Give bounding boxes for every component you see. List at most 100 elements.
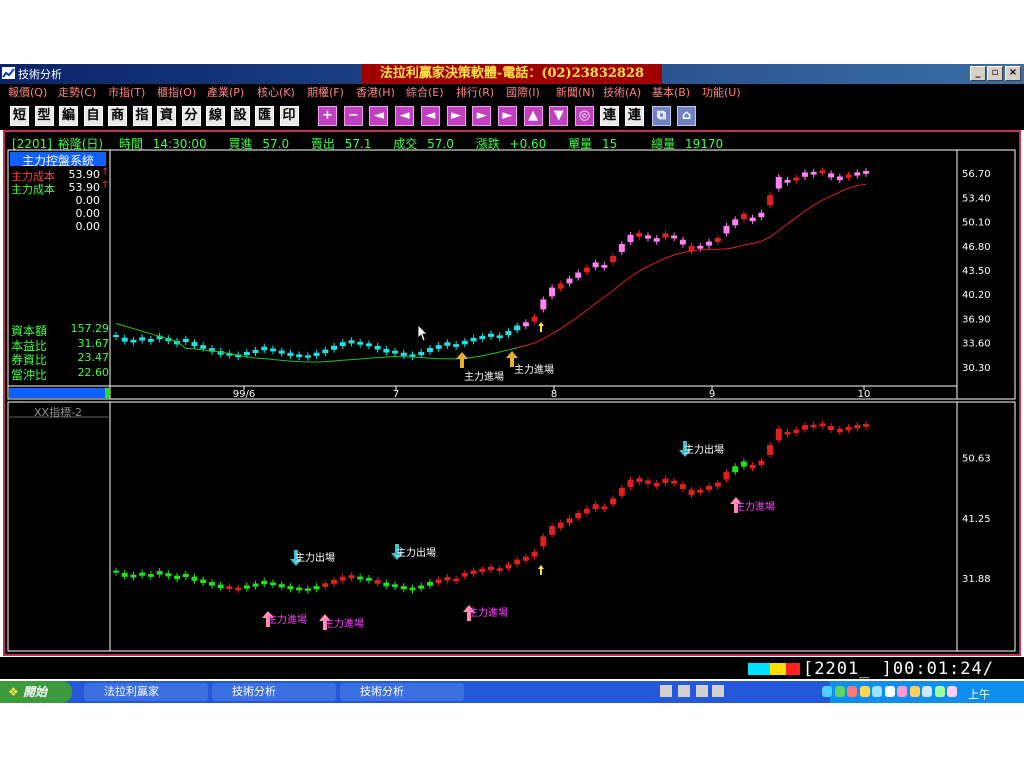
lower-candle-7 <box>174 575 181 580</box>
upper-candle-31 <box>383 348 390 353</box>
upper-candle-84 <box>845 174 852 178</box>
lower-candle-25 <box>331 579 338 584</box>
tray-icon-2[interactable] <box>847 686 857 697</box>
lower-candle-43 <box>488 566 494 570</box>
upper-candle-8 <box>182 338 189 342</box>
start-button[interactable]: ❖ 開始 <box>0 681 72 703</box>
lower-candle-66 <box>688 489 695 496</box>
lower-candle-71 <box>732 466 739 473</box>
lower-candle-69 <box>714 482 721 487</box>
status-ticker: [2201_ ]00:01:24/ <box>803 659 994 679</box>
upper-candle-2 <box>130 339 137 343</box>
lower-exit-2-label: 主力出場 <box>396 546 436 559</box>
upper-candle-27 <box>348 340 355 344</box>
lower-candle-29 <box>365 577 372 581</box>
upper-candle-54 <box>583 267 590 273</box>
upper-candle-67 <box>697 245 704 249</box>
lower-candle-24 <box>322 583 329 587</box>
ma-line-red <box>517 183 867 349</box>
upper-candle-83 <box>836 176 843 181</box>
upper-candle-24 <box>322 349 329 354</box>
lower-candle-8 <box>182 573 189 578</box>
upper-candle-15 <box>243 352 250 356</box>
upper-candle-70 <box>723 225 730 234</box>
lower-candle-86 <box>863 424 869 427</box>
lower-panel-title: XX指標-2 <box>34 406 83 419</box>
lower-candle-0 <box>113 570 119 573</box>
tray-icon-10[interactable] <box>947 686 957 697</box>
tray-icon-9[interactable] <box>934 686 945 697</box>
lower-candle-12 <box>217 584 224 589</box>
lower-candle-78 <box>793 429 800 433</box>
lower-candle-26 <box>339 576 346 581</box>
pen-icon[interactable] <box>678 685 690 697</box>
help-icon[interactable] <box>696 685 708 697</box>
upper-candle-68 <box>706 241 713 246</box>
lower-candle-46 <box>514 559 521 565</box>
status-color-cyan <box>748 663 770 675</box>
task-chart-1[interactable]: 技術分析 <box>212 683 336 701</box>
upper-candle-39 <box>453 344 460 347</box>
tray-icon-5[interactable] <box>884 686 895 697</box>
upper-candle-81 <box>819 170 826 174</box>
tray-icon-0[interactable] <box>822 686 832 697</box>
lower-candle-59 <box>627 479 634 487</box>
upper-candle-9 <box>191 342 198 347</box>
upper-candle-3 <box>139 337 146 341</box>
lower-candle-50 <box>549 525 556 535</box>
tray-icon-6[interactable] <box>897 686 907 697</box>
lower-candle-81 <box>819 423 826 427</box>
upper-y-tick-3: 46.80 <box>962 242 991 253</box>
upper-candle-26 <box>339 342 346 347</box>
lower-candle-54 <box>583 508 590 514</box>
upper-y-tick-7: 33.60 <box>962 339 991 350</box>
upper-candle-85 <box>854 172 861 176</box>
upper-candle-48 <box>531 316 538 322</box>
task-ferrari[interactable]: 法拉利贏家 <box>84 683 208 701</box>
chart-canvas[interactable]: 主力進場主力進場主力進場 主力進場主力進場主力進場主力出場 主力出場主力出場 56.… <box>0 0 1024 768</box>
lower-candle-4 <box>147 574 154 577</box>
task-chart-2[interactable]: 技術分析 <box>340 683 464 701</box>
upper-y-tick-1: 53.40 <box>962 193 991 204</box>
lang-icon[interactable] <box>712 685 724 697</box>
upper-candle-28 <box>357 341 364 345</box>
lower-candle-19 <box>278 584 285 588</box>
lower-candle-14 <box>235 587 242 591</box>
upper-candle-63 <box>662 233 669 238</box>
lower-candle-1 <box>121 572 128 577</box>
upper-candle-10 <box>200 345 207 349</box>
upper-y-tick-0: 56.70 <box>962 169 991 180</box>
keyboard-icon[interactable] <box>660 685 672 697</box>
upper-candle-25 <box>331 345 338 350</box>
upper-y-tick-5: 40.20 <box>962 290 991 301</box>
upper-candle-32 <box>392 350 399 354</box>
lower-candle-70 <box>723 471 730 480</box>
stat-value-3: 22.60 <box>77 365 110 379</box>
lower-enter-3-label: 主力進場 <box>468 606 508 619</box>
lower-candle-16 <box>252 583 259 587</box>
upper-candle-57 <box>610 256 617 262</box>
lower-candle-9 <box>191 576 198 581</box>
upper-candle-1 <box>121 337 128 342</box>
upper-candle-40 <box>461 340 468 345</box>
tray-icon-4[interactable] <box>872 686 882 697</box>
upper-candle-56 <box>601 264 608 268</box>
tray-icon-1[interactable] <box>834 686 845 697</box>
tray-icon-7[interactable] <box>909 686 920 697</box>
lower-candle-17 <box>261 580 268 585</box>
upper-candle-47 <box>522 322 529 327</box>
lower-candle-41 <box>470 570 477 575</box>
lower-candle-45 <box>505 564 512 569</box>
lower-candle-2 <box>130 574 137 578</box>
upper-candle-0 <box>113 335 119 337</box>
lower-candle-38 <box>444 576 451 581</box>
tray-icon-3[interactable] <box>859 686 870 697</box>
upper-candle-78 <box>793 177 800 181</box>
lower-candle-53 <box>575 512 582 519</box>
lower-candle-13 <box>226 586 233 590</box>
x-tick-label-1: 7 <box>393 389 399 400</box>
tray-icon-8[interactable] <box>922 686 932 697</box>
upper-candle-64 <box>671 235 678 239</box>
upper-candle-75 <box>767 195 774 206</box>
upper-candle-30 <box>374 345 381 350</box>
